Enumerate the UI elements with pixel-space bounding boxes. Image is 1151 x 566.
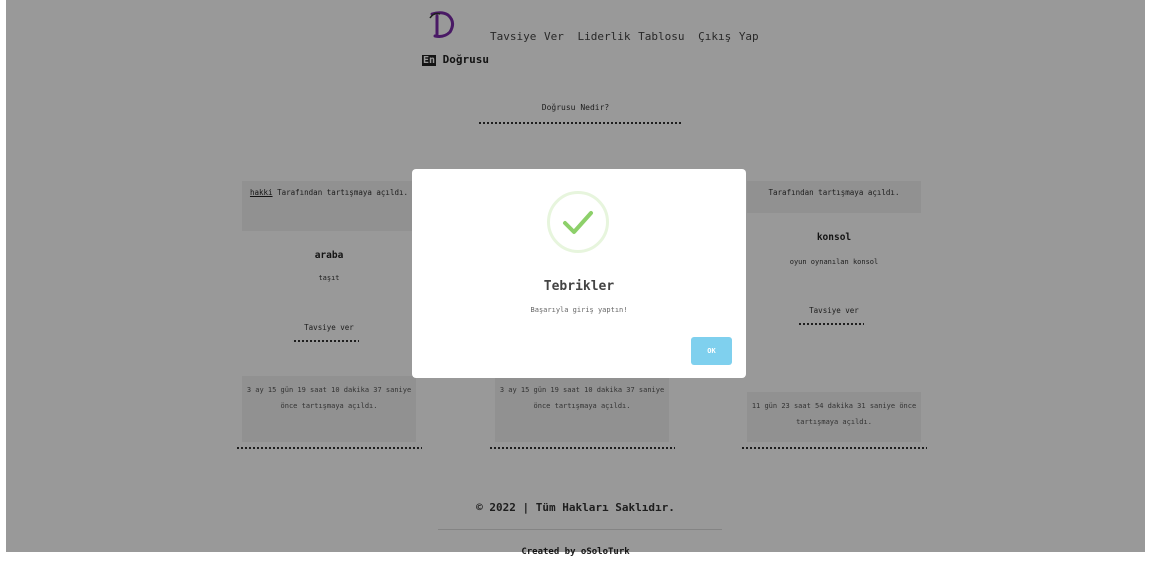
modal-title: Tebrikler	[543, 279, 615, 294]
modal-message: Başarıyla giriş yaptın!	[530, 306, 628, 314]
success-check-icon	[547, 191, 609, 253]
ok-button[interactable]: OK	[691, 337, 732, 365]
success-modal: Tebrikler Başarıyla giriş yaptın! OK	[412, 169, 746, 378]
